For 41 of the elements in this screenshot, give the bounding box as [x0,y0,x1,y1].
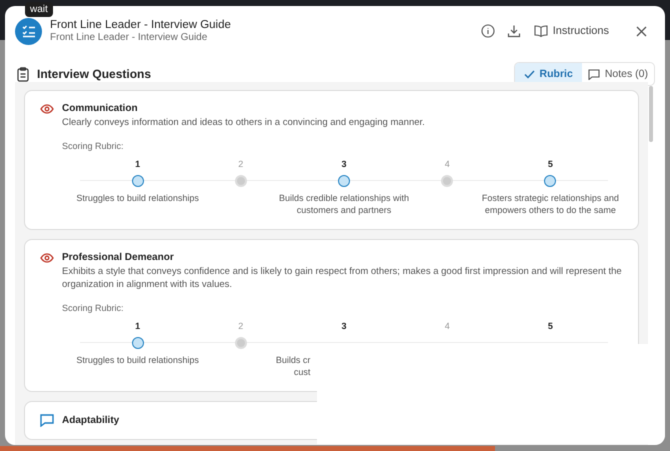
eye-icon [40,252,54,262]
score-number: 3 [341,320,346,333]
score-number: 1 [135,320,140,333]
score-number: 4 [444,320,450,333]
question-title: Professional Demeanor [62,252,174,263]
view-tab[interactable]: Notes (0) [582,63,654,85]
eye-icon [40,104,54,114]
score-number: 5 [548,320,553,333]
score-option[interactable] [132,174,144,187]
checkmark-icon [524,70,535,78]
score-description: Builds cr cust [274,354,310,379]
rubric-label: Scoring Rubric: [62,302,125,313]
checklist-icon [15,18,42,44]
tooltip: wait [25,2,53,17]
question-title: Communication [62,103,138,114]
score-number: 4 [444,158,450,171]
rubric-label: Scoring Rubric: [62,140,125,151]
book-icon [534,25,548,37]
section-title: Interview Questions [37,67,152,81]
question-description: Clearly conveys information and ideas to others in a convincing and engaging manner. [62,117,426,130]
question-description: Exhibits a style that conveys confidence and is likely to gain respect from others; makes a good first impression and will represent the organization in alignment with its values. [62,266,622,292]
score-description: Fosters strategic relationships and empowers others to do the same [482,192,619,217]
score-option[interactable] [338,174,350,187]
score-description: Struggles to build relationships [76,354,199,366]
score-number: 1 [135,158,140,171]
question-title: Adaptability [62,414,120,426]
score-number: 2 [238,320,244,333]
window-title: Front Line Leader - Interview Guide [50,19,232,31]
score-number: 5 [548,158,553,171]
score-number: 3 [341,158,346,171]
scrollbar[interactable] [649,86,653,142]
score-option[interactable] [132,336,144,349]
score-option[interactable] [544,174,556,187]
speech-bubble-icon [588,68,600,80]
instructions-button[interactable]: Instructions [530,22,613,40]
clipboard-icon [17,66,29,82]
window-subtitle: Front Line Leader - Interview Guide [50,32,208,43]
score-description: Builds credible relationships with customers and partners [278,192,410,217]
score-description: Struggles to build relationships [76,192,199,204]
speech-bubble-icon [40,414,54,427]
score-number: 2 [238,158,244,171]
